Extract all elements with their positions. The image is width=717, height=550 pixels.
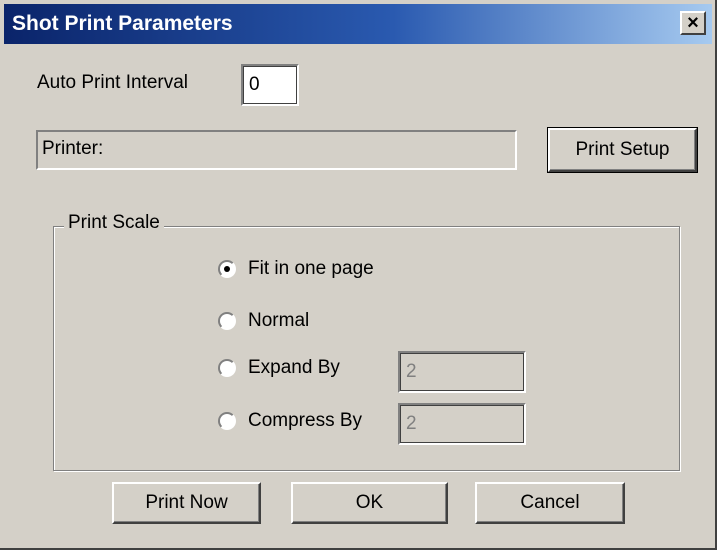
radio-label-fit: Fit in one page: [248, 258, 374, 279]
radio-label-expand: Expand By: [248, 357, 340, 378]
title-bar[interactable]: Shot Print Parameters ×: [4, 4, 712, 44]
expand-by-input[interactable]: [398, 351, 526, 393]
cancel-label: Cancel: [520, 492, 580, 513]
printer-field: Printer:: [36, 130, 517, 170]
radio-label-compress: Compress By: [248, 410, 363, 431]
dialog-window: Shot Print Parameters × Auto Print Inter…: [0, 0, 717, 550]
print-setup-button[interactable]: Print Setup: [547, 127, 698, 173]
auto-print-interval-label: Auto Print Interval: [37, 72, 189, 93]
radio-selected-dot: [224, 266, 230, 272]
radio-label-normal: Normal: [248, 310, 310, 331]
cancel-button[interactable]: Cancel: [475, 482, 625, 524]
ok-label: OK: [355, 492, 384, 513]
auto-print-interval-input[interactable]: [241, 64, 299, 106]
printer-label: Printer:: [42, 138, 104, 159]
print-setup-label: Print Setup: [575, 139, 670, 160]
ok-button[interactable]: OK: [291, 482, 448, 524]
radio-button-normal[interactable]: [218, 312, 236, 330]
radio-button-expand[interactable]: [218, 359, 236, 377]
print-scale-legend: Print Scale: [64, 212, 164, 234]
print-now-button[interactable]: Print Now: [112, 482, 261, 524]
window-title: Shot Print Parameters: [12, 12, 233, 35]
close-icon: ×: [687, 12, 699, 34]
close-button[interactable]: ×: [680, 11, 706, 35]
radio-button-fit[interactable]: [218, 260, 236, 278]
radio-button-compress[interactable]: [218, 412, 236, 430]
print-now-label: Print Now: [145, 492, 228, 513]
compress-by-input[interactable]: [398, 403, 526, 445]
